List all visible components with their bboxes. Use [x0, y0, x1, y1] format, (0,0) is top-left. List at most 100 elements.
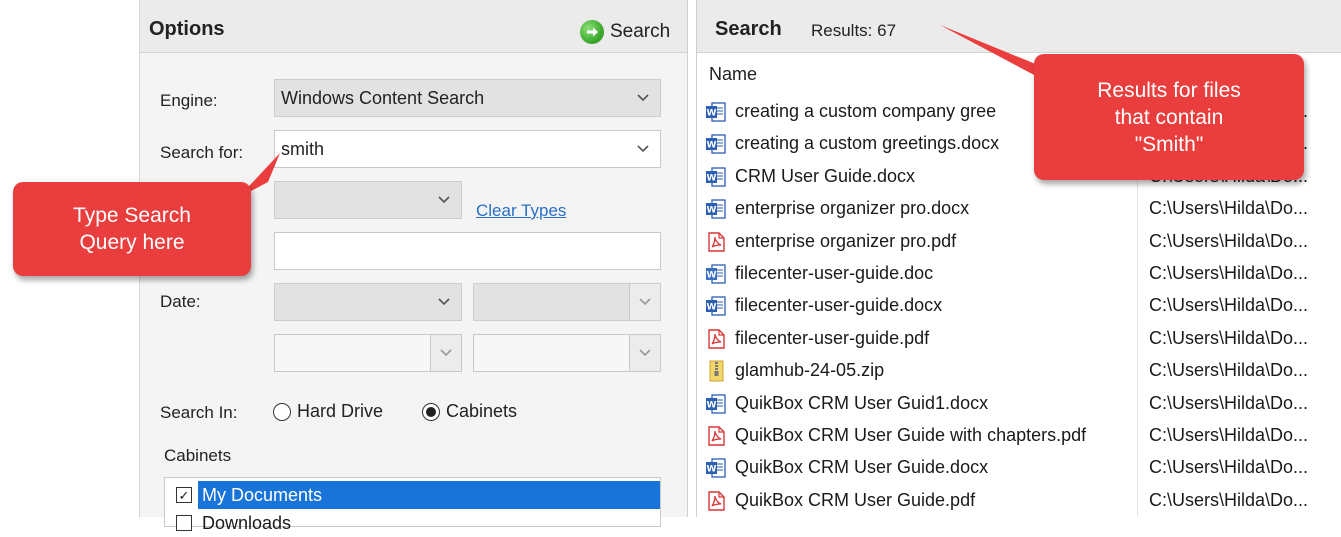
search-button[interactable]: Search	[580, 18, 670, 46]
search-for-input[interactable]: smith	[274, 130, 661, 168]
word-doc-icon: W	[705, 393, 727, 415]
file-path: C:\Users\Hilda\Do...	[1149, 262, 1309, 283]
zip-archive-icon	[705, 360, 727, 382]
radio-circle-selected	[422, 402, 440, 421]
table-row[interactable]: filecenter-user-guide.pdf C:\Users\Hilda\…	[697, 322, 1341, 354]
dropdown-toggle[interactable]	[629, 284, 660, 320]
svg-text:W: W	[707, 465, 717, 475]
dropdown-toggle[interactable]	[629, 335, 660, 371]
table-row[interactable]: Wfilecenter-user-guide.docx C:\Users\Hild…	[697, 289, 1341, 321]
callout-results: Results for files that contain "Smith"	[1034, 54, 1304, 180]
table-row[interactable]: glamhub-24-05.zip C:\Users\Hilda\Do...	[697, 354, 1341, 386]
svg-text:W: W	[707, 270, 717, 280]
date-label: Date:	[160, 292, 201, 311]
table-row[interactable]: Wenterprise organizer pro.docx C:\Users\H…	[697, 192, 1341, 224]
results-title: Search	[715, 18, 782, 40]
file-name: CRM User Guide.docx	[735, 165, 916, 186]
word-doc-icon: W	[705, 166, 727, 188]
radio-hard-drive-label: Hard Drive	[297, 401, 384, 421]
chevron-down-icon	[639, 349, 651, 357]
file-path: C:\Users\Hilda\Do...	[1149, 424, 1309, 445]
file-type-select[interactable]	[274, 181, 462, 219]
table-row[interactable]: QuikBox CRM User Guide with chapters.pdf…	[697, 419, 1341, 451]
cabinets-label: Cabinets	[164, 446, 232, 465]
file-name: creating a custom company gree	[735, 101, 997, 121]
engine-value: Windows Content Search	[281, 88, 485, 108]
pdf-icon	[705, 231, 727, 253]
file-path: C:\Users\Hilda\Do...	[1149, 457, 1309, 478]
file-name: glamhub-24-05.zip	[735, 360, 885, 381]
options-title: Options	[149, 18, 225, 40]
table-row[interactable]: QuikBox CRM User Guide.pdf C:\Users\Hilda…	[697, 484, 1341, 516]
callout-right-line3: "Smith"	[1134, 132, 1204, 156]
callout-right-line1: Results for files	[1097, 78, 1241, 102]
go-arrow-icon	[580, 20, 604, 44]
cabinet-item-my-documents[interactable]: ✓ My Documents	[165, 481, 660, 509]
engine-label: Engine:	[160, 91, 218, 110]
file-path: C:\Users\Hilda\Do...	[1149, 489, 1309, 510]
column-header-name[interactable]: Name	[709, 64, 757, 85]
callout-left-line2: Query here	[79, 231, 185, 254]
svg-text:W: W	[707, 400, 717, 410]
file-name: enterprise organizer pro.docx	[735, 198, 970, 219]
radio-cabinets-label: Cabinets	[446, 401, 518, 421]
file-path: C:\Users\Hilda\Do...	[1149, 392, 1309, 413]
table-row[interactable]: W QuikBox CRM User Guide.docx C:\Users\Hil…	[697, 451, 1341, 483]
chevron-down-icon	[438, 298, 450, 306]
table-row[interactable]: W QuikBox CRM User Guid1.docx C:\Users\Hil…	[697, 387, 1341, 419]
file-name: filecenter-user-guide.docx	[735, 295, 943, 316]
search-for-value: smith	[281, 139, 325, 159]
search-button-label: Search	[610, 21, 671, 42]
svg-text:W: W	[707, 109, 717, 119]
engine-select[interactable]: Windows Content Search	[274, 79, 661, 117]
radio-cabinets[interactable]: Cabinets	[422, 401, 517, 422]
table-row[interactable]: Wfilecenter-user-guide.doc C:\Users\Hilda…	[697, 257, 1341, 289]
checkbox[interactable]	[176, 515, 192, 531]
file-name: QuikBox CRM User Guid1.docx	[735, 392, 989, 413]
cabinet-list[interactable]: ✓ My Documents Downloads	[164, 477, 661, 533]
chevron-down-icon	[440, 349, 452, 357]
file-type-input[interactable]	[274, 232, 661, 270]
word-doc-icon: W	[705, 457, 727, 479]
results-header: Search Results: 67	[697, 0, 1341, 53]
pdf-icon	[705, 328, 727, 350]
date-end-picker[interactable]	[473, 334, 661, 372]
cabinet-item-downloads[interactable]: Downloads	[165, 509, 660, 537]
word-doc-icon: W	[705, 133, 727, 155]
search-for-label: Search for:	[160, 143, 244, 162]
date-range-select[interactable]	[274, 283, 462, 321]
word-doc-icon: W	[705, 198, 727, 220]
svg-text:W: W	[707, 141, 717, 151]
svg-text:W: W	[707, 173, 717, 183]
chevron-down-icon	[438, 196, 450, 204]
callout-right-line2: that contain	[1114, 105, 1224, 129]
chevron-down-icon	[639, 298, 651, 306]
file-path: C:\Users\Hilda\Do...	[1149, 295, 1309, 316]
radio-circle	[273, 402, 291, 421]
file-name: enterprise organizer pro.pdf	[735, 230, 957, 251]
pdf-icon	[705, 490, 727, 512]
dropdown-toggle[interactable]	[430, 335, 461, 371]
file-path: C:\Users\Hilda\Do...	[1149, 360, 1309, 381]
date-start-picker[interactable]	[274, 334, 462, 372]
options-header: Options Search	[140, 0, 687, 53]
word-doc-icon: W	[705, 263, 727, 285]
clear-types-link[interactable]: Clear Types	[476, 201, 566, 221]
callout-type-query: Type Search Query here	[13, 182, 251, 276]
pdf-icon	[705, 425, 727, 447]
file-name: creating a custom greetings.docx	[735, 133, 1000, 154]
date-from-select[interactable]	[473, 283, 661, 321]
table-row[interactable]: enterprise organizer pro.pdf C:\Users\Hil…	[697, 225, 1341, 257]
file-path: C:\Users\Hilda\Do...	[1149, 327, 1309, 348]
chevron-down-icon	[637, 94, 649, 102]
checkbox-checked[interactable]: ✓	[176, 487, 192, 503]
chevron-down-icon	[637, 145, 649, 153]
file-name: filecenter-user-guide.pdf	[735, 327, 930, 348]
cabinet-item-label: Downloads	[202, 513, 292, 533]
word-doc-icon: W	[705, 295, 727, 317]
file-name: filecenter-user-guide.doc	[735, 262, 934, 283]
svg-text:W: W	[707, 206, 717, 216]
radio-hard-drive[interactable]: Hard Drive	[273, 401, 383, 422]
word-doc-icon: W	[705, 101, 727, 123]
svg-text:W: W	[707, 303, 717, 313]
